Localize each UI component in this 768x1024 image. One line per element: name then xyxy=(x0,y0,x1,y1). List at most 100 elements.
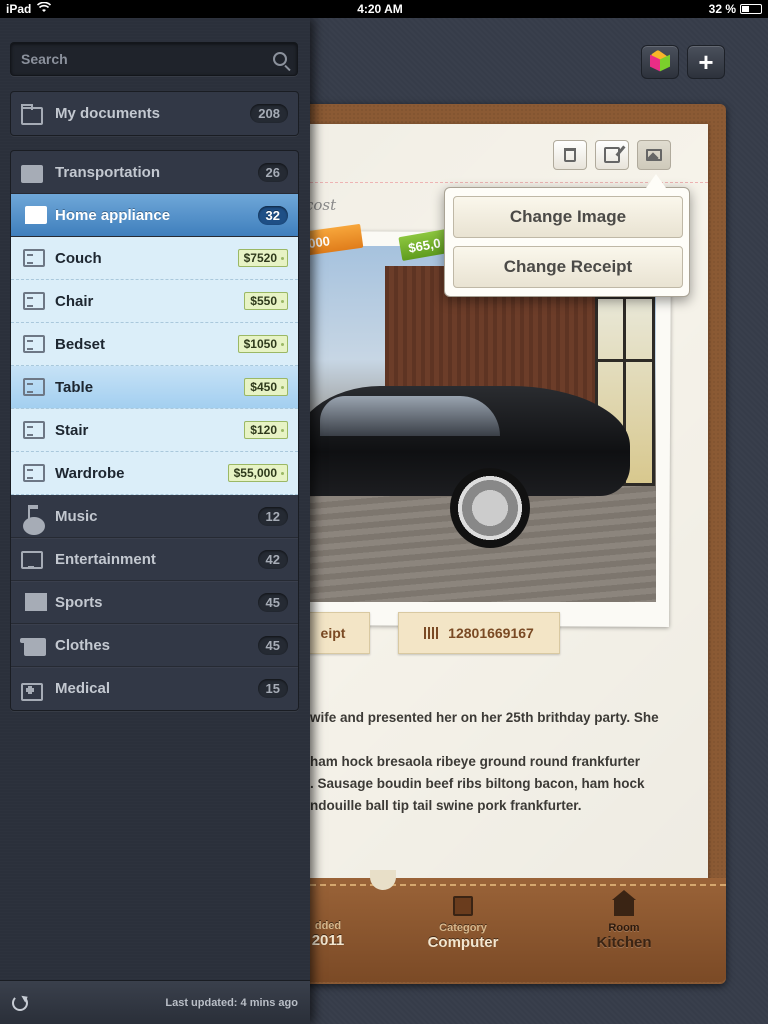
list-item-chair[interactable]: Chair $550 xyxy=(11,280,298,323)
sidebar-item-sports[interactable]: Sports 45 xyxy=(11,581,298,624)
image-button[interactable] xyxy=(637,140,671,170)
sidebar-item-label: Medical xyxy=(55,680,111,697)
status-time: 4:20 AM xyxy=(357,2,403,16)
list-item-label: Table xyxy=(55,378,94,396)
description-line: . Sausage boudin beef ribs biltong bacon… xyxy=(310,776,645,791)
list-item-label: Stair xyxy=(55,421,89,439)
documents-group: My documents 208 xyxy=(10,91,299,136)
leather-stitching xyxy=(290,884,726,886)
sidebar-item-my-documents[interactable]: My documents 208 xyxy=(11,92,298,135)
add-button[interactable]: + xyxy=(687,45,725,79)
last-updated-text: Last updated: 4 mins ago xyxy=(165,996,298,1009)
refresh-icon[interactable] xyxy=(12,994,28,1011)
price-tag-orange-text: 000 xyxy=(307,232,331,251)
price-tag: $120 xyxy=(244,421,288,439)
barcode-icon xyxy=(424,627,441,639)
list-item-label: Wardrobe xyxy=(55,464,125,482)
price-tag: $550 xyxy=(244,292,288,310)
list-item-couch[interactable]: Couch $7520 xyxy=(11,237,298,280)
receipt-number-card[interactable]: 12801669167 xyxy=(398,612,560,654)
list-item-bedset[interactable]: Bedset $1050 xyxy=(11,323,298,366)
count-badge: 15 xyxy=(257,679,288,698)
plus-icon: + xyxy=(698,46,714,77)
sidebar-item-label: Home appliance xyxy=(55,206,171,224)
photo-wheel xyxy=(450,468,530,548)
image-options-popover: Change Image Change Receipt xyxy=(444,187,690,297)
sidebar-item-clothes[interactable]: Clothes 45 xyxy=(11,624,298,667)
folder-icon xyxy=(21,103,43,125)
receipt-number: 12801669167 xyxy=(448,625,534,641)
list-item-table[interactable]: Table $450 xyxy=(11,366,298,409)
list-item-label: Chair xyxy=(55,292,94,310)
edit-button[interactable] xyxy=(595,140,629,170)
search-placeholder: Search xyxy=(21,51,68,67)
image-icon xyxy=(646,149,662,161)
truck-icon xyxy=(21,165,43,183)
room-field[interactable]: Room Kitchen xyxy=(586,890,662,951)
description-line: ndouille ball tip tail swine pork frankf… xyxy=(310,798,582,813)
count-badge: 26 xyxy=(257,162,288,182)
device-name: iPad xyxy=(6,2,32,16)
list-item-label: Couch xyxy=(55,249,102,267)
sidebar: Search My documents 208 Transportation 2… xyxy=(0,18,310,1024)
document-icon xyxy=(23,335,45,353)
wifi-icon xyxy=(37,1,52,16)
count-badge: 45 xyxy=(257,635,288,655)
room-label: Room xyxy=(608,922,640,934)
flag-icon xyxy=(25,593,47,611)
sidebar-item-transportation[interactable]: Transportation 26 xyxy=(11,151,298,194)
sidebar-item-label: My documents xyxy=(55,105,161,122)
list-item-wardrobe[interactable]: Wardrobe $55,000 xyxy=(11,452,298,495)
trash-icon xyxy=(564,148,576,162)
house-icon xyxy=(612,890,636,916)
edit-icon xyxy=(604,147,620,163)
cube-icon xyxy=(650,49,670,72)
sidebar-item-label: Entertainment xyxy=(55,550,156,568)
lamp-icon xyxy=(25,206,47,224)
app-cube-button[interactable] xyxy=(641,45,679,79)
change-image-button[interactable]: Change Image xyxy=(453,196,683,238)
sidebar-footer: Last updated: 4 mins ago xyxy=(0,980,310,1024)
list-item-stair[interactable]: Stair $120 xyxy=(11,409,298,452)
count-badge: 32 xyxy=(257,205,288,225)
delete-button[interactable] xyxy=(553,140,587,170)
category-label: Category xyxy=(439,922,487,934)
sidebar-item-label: Sports xyxy=(55,593,103,611)
tv-icon xyxy=(21,551,43,569)
price-tag: $450 xyxy=(244,378,288,396)
document-icon xyxy=(23,292,45,310)
medical-kit-icon xyxy=(21,682,43,701)
description-line: wife and presented her on her 25th brith… xyxy=(310,710,659,725)
sidebar-item-label: Clothes xyxy=(55,636,111,654)
status-right: 32 % xyxy=(709,2,762,16)
photo-car-window xyxy=(320,396,500,436)
count-badge: 45 xyxy=(257,592,288,612)
sidebar-item-music[interactable]: Music 12 xyxy=(11,495,298,538)
receipt-card-label: eipt xyxy=(320,625,346,641)
sidebar-item-home-appliance[interactable]: Home appliance 32 xyxy=(11,194,298,237)
count-badge: 12 xyxy=(257,506,288,526)
list-item-label: Bedset xyxy=(55,335,106,353)
popover-arrow xyxy=(646,174,666,188)
document-icon xyxy=(23,464,45,482)
document-icon xyxy=(23,378,45,396)
status-left: iPad xyxy=(6,1,52,16)
search-icon xyxy=(273,52,287,66)
price-tag: $1050 xyxy=(237,335,288,353)
battery-percent: 32 % xyxy=(708,2,736,16)
sidebar-item-label: Music xyxy=(55,507,98,525)
document-icon xyxy=(23,249,45,267)
category-field[interactable]: Category Computer xyxy=(418,896,508,951)
shirt-icon xyxy=(20,638,46,656)
change-receipt-button[interactable]: Change Receipt xyxy=(453,246,683,288)
sidebar-item-entertainment[interactable]: Entertainment 42 xyxy=(11,538,298,581)
battery-icon xyxy=(740,4,762,14)
search-input[interactable]: Search xyxy=(10,42,298,76)
price-tag: $7520 xyxy=(237,249,288,267)
price-tag: $55,000 xyxy=(227,464,288,482)
status-bar: iPad 4:20 AM 32 % xyxy=(0,0,768,18)
sidebar-item-medical[interactable]: Medical 15 xyxy=(11,667,298,710)
document-icon xyxy=(23,421,45,439)
item-photo[interactable] xyxy=(300,246,656,602)
count-badge: 42 xyxy=(257,549,288,569)
